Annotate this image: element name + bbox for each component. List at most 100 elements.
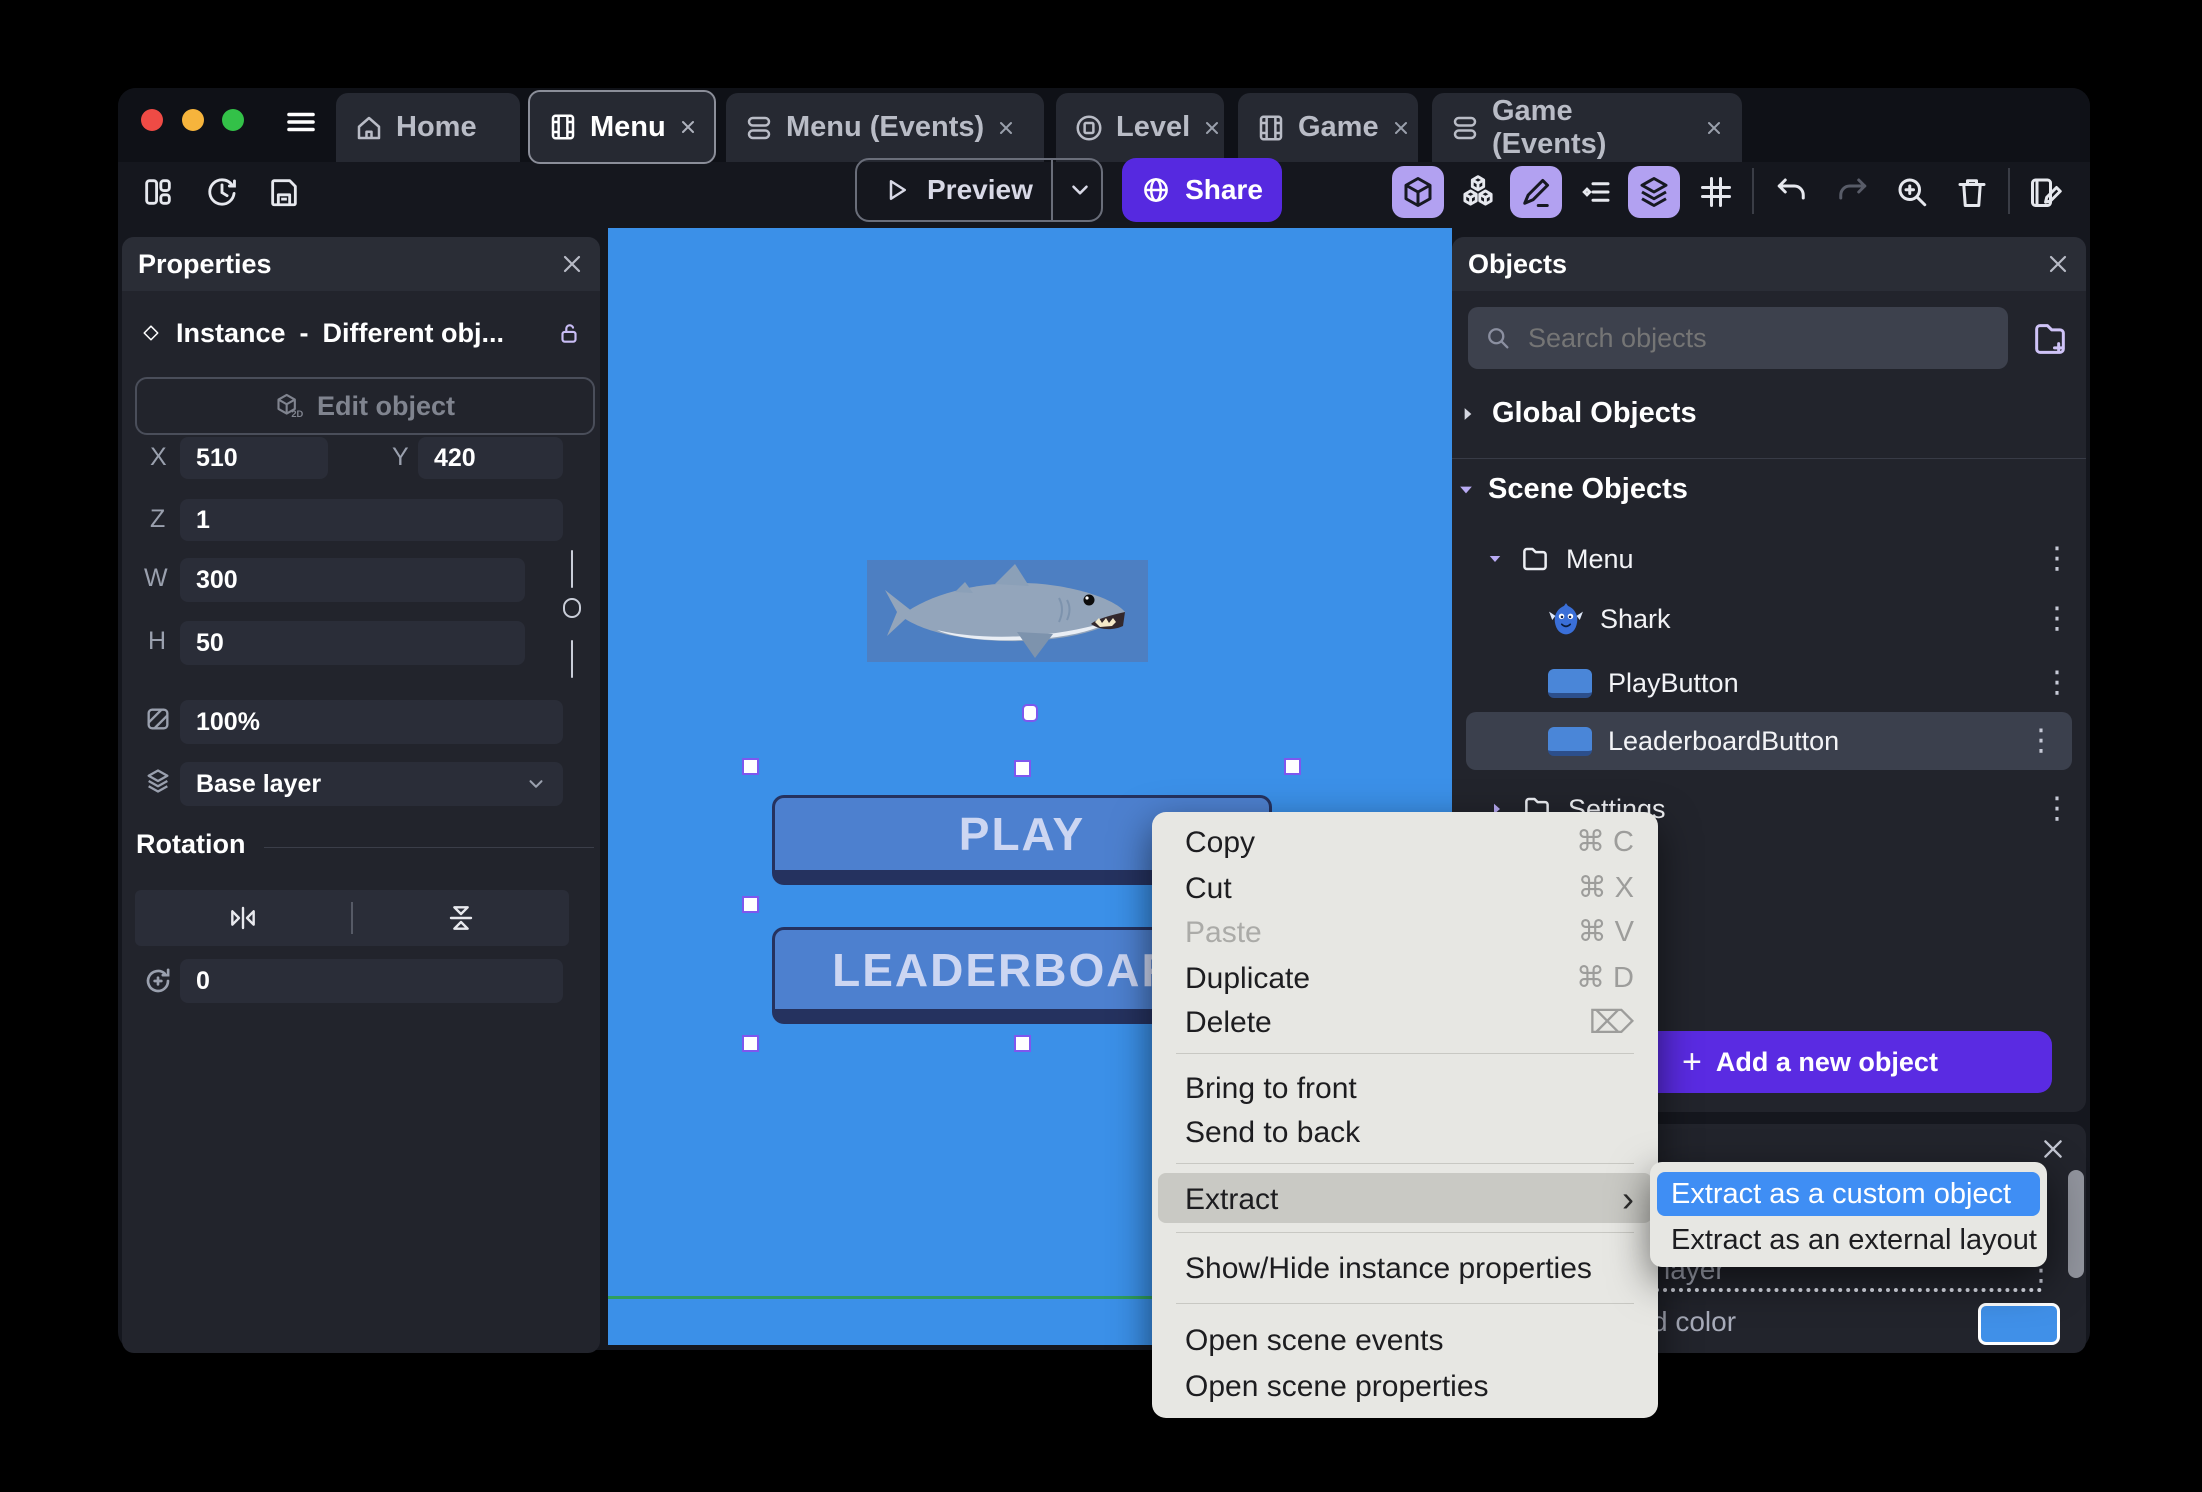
tab-home[interactable]: Home xyxy=(336,93,520,162)
menu-item-extract[interactable]: Extract xyxy=(1185,1175,1278,1220)
add-folder-icon[interactable] xyxy=(2030,319,2070,359)
chevron-down-icon xyxy=(1486,550,1504,568)
rotation-divider xyxy=(264,847,594,848)
unlock-icon[interactable] xyxy=(556,320,582,346)
menu-item-show-hide-instance-properties[interactable]: Show/Hide instance properties xyxy=(1185,1246,1592,1291)
grid-icon[interactable] xyxy=(1690,166,1742,218)
instances-icon[interactable] xyxy=(1452,166,1504,218)
edit-object-label: Edit object xyxy=(316,390,455,421)
history-icon[interactable] xyxy=(202,172,242,212)
rotation-field[interactable] xyxy=(180,959,563,1003)
y-label: Y xyxy=(392,443,409,471)
menu-item-delete[interactable]: Delete xyxy=(1185,1000,1272,1045)
aspect-link-icon[interactable] xyxy=(560,549,584,679)
section-divider xyxy=(1452,458,2086,459)
properties-title: Properties xyxy=(138,248,272,279)
instance-dash: - xyxy=(299,317,309,348)
instance-properties-icon[interactable] xyxy=(1570,166,1622,218)
scene-properties-icon[interactable] xyxy=(2020,166,2072,218)
tab-label: Game (Events) xyxy=(1492,94,1607,160)
zoom-window-button[interactable] xyxy=(222,109,244,131)
edit-mode-pencil-icon[interactable] xyxy=(1510,166,1562,218)
share-button[interactable]: Share xyxy=(1122,158,1282,222)
zoom-in-icon[interactable] xyxy=(1886,166,1938,218)
selection-handle-bottom-center[interactable] xyxy=(1014,1035,1031,1052)
menu-item-send-to-back[interactable]: Send to back xyxy=(1185,1110,1360,1155)
menu-shortcut: ⌘ V xyxy=(1577,916,1634,948)
z-field[interactable] xyxy=(180,499,563,541)
hamburger-menu-icon[interactable] xyxy=(283,104,319,140)
background-color-swatch[interactable] xyxy=(1978,1303,2060,1345)
flip-horizontal-button[interactable] xyxy=(135,902,351,934)
tab-close-icon[interactable] xyxy=(1391,118,1411,138)
layers-panel-icon[interactable] xyxy=(1628,166,1680,218)
events-icon xyxy=(744,113,774,143)
selection-handle-top-left[interactable] xyxy=(742,758,759,775)
close-icon[interactable] xyxy=(560,252,584,276)
search-objects-box[interactable] xyxy=(1468,307,2008,369)
close-icon[interactable] xyxy=(2046,252,2070,276)
tab-game[interactable]: Game xyxy=(1238,93,1418,162)
open-projects-icon[interactable] xyxy=(138,172,178,212)
tab-close-icon[interactable] xyxy=(996,118,1016,138)
selection-handle-bottom-left[interactable] xyxy=(742,1035,759,1052)
tab-menu[interactable]: Menu xyxy=(528,90,716,164)
x-label: X xyxy=(150,443,167,471)
selection-handle-top-center[interactable] xyxy=(1014,760,1031,777)
edit-object-button[interactable]: 2D Edit object xyxy=(135,377,595,435)
preview-label: Preview xyxy=(927,174,1033,205)
scene-objects-row[interactable]: Scene Objects xyxy=(1456,473,1688,506)
menu-item-open-scene-properties[interactable]: Open scene properties xyxy=(1185,1364,1489,1409)
tab-game-events[interactable]: Game (Events) xyxy=(1432,93,1742,162)
close-icon[interactable] xyxy=(2040,1136,2066,1162)
row-menu-icon[interactable]: ⋮ xyxy=(2042,668,2072,698)
layer-select[interactable]: Base layer xyxy=(180,762,563,806)
tab-level[interactable]: Level xyxy=(1056,93,1224,162)
menu-shortcut: ⌘ C xyxy=(1576,826,1634,858)
menu-item-duplicate[interactable]: Duplicate xyxy=(1185,956,1310,1001)
menu-item-bring-to-front[interactable]: Bring to front xyxy=(1185,1066,1357,1111)
submenu-item-extract-external-layout[interactable]: Extract as an external layout xyxy=(1657,1218,2040,1262)
row-menu-icon[interactable]: ⋮ xyxy=(2042,544,2072,574)
rotate-handle[interactable] xyxy=(1022,704,1038,722)
save-icon[interactable] xyxy=(264,172,304,212)
object-row-playbutton[interactable]: PlayButton ⋮ xyxy=(1548,657,2072,709)
tab-close-icon[interactable] xyxy=(678,117,698,137)
preview-button[interactable]: Preview xyxy=(855,158,1103,222)
object-folder-menu-row[interactable]: Menu ⋮ xyxy=(1486,533,2072,585)
tab-close-icon[interactable] xyxy=(1202,118,1222,138)
undo-icon[interactable] xyxy=(1766,166,1818,218)
object-row-leaderboardbutton[interactable]: LeaderboardButton ⋮ xyxy=(1466,712,2072,770)
row-menu-icon[interactable]: ⋮ xyxy=(2026,726,2056,756)
w-field[interactable] xyxy=(180,558,525,602)
y-field[interactable] xyxy=(418,437,563,479)
global-objects-row[interactable]: Global Objects xyxy=(1458,397,1697,430)
menu-item-paste[interactable]: Paste xyxy=(1185,910,1262,955)
selection-handle-mid-left[interactable] xyxy=(742,896,759,913)
object-row-shark[interactable]: Shark ⋮ xyxy=(1548,593,2072,645)
tab-close-icon[interactable] xyxy=(1704,118,1724,138)
menu-item-copy[interactable]: Copy xyxy=(1185,820,1255,865)
minimize-window-button[interactable] xyxy=(182,109,204,131)
submenu-item-extract-custom-object[interactable]: Extract as a custom object xyxy=(1657,1172,2040,1216)
menu-item-open-scene-events[interactable]: Open scene events xyxy=(1185,1318,1444,1363)
flip-vertical-button[interactable] xyxy=(353,902,569,934)
close-window-button[interactable] xyxy=(141,109,163,131)
toolbar-divider xyxy=(2008,168,2010,214)
redo-icon[interactable] xyxy=(1826,166,1878,218)
chevron-down-icon[interactable] xyxy=(1067,177,1093,203)
row-menu-icon[interactable]: ⋮ xyxy=(2042,794,2072,824)
h-field[interactable] xyxy=(180,621,525,665)
row-menu-icon[interactable]: ⋮ xyxy=(2042,604,2072,634)
tab-menu-events[interactable]: Menu (Events) xyxy=(726,93,1044,162)
add-new-object-label: Add a new object xyxy=(1715,1046,1938,1077)
scrollbar-thumb[interactable] xyxy=(2068,1170,2084,1278)
x-field[interactable] xyxy=(180,437,328,479)
trash-icon[interactable] xyxy=(1946,166,1998,218)
search-objects-input[interactable] xyxy=(1526,321,1960,355)
objects-mode-icon[interactable] xyxy=(1392,166,1444,218)
selection-handle-top-right[interactable] xyxy=(1284,758,1301,775)
menu-item-cut[interactable]: Cut xyxy=(1185,866,1232,911)
shark-sprite[interactable] xyxy=(867,560,1148,662)
opacity-field[interactable] xyxy=(180,700,563,744)
